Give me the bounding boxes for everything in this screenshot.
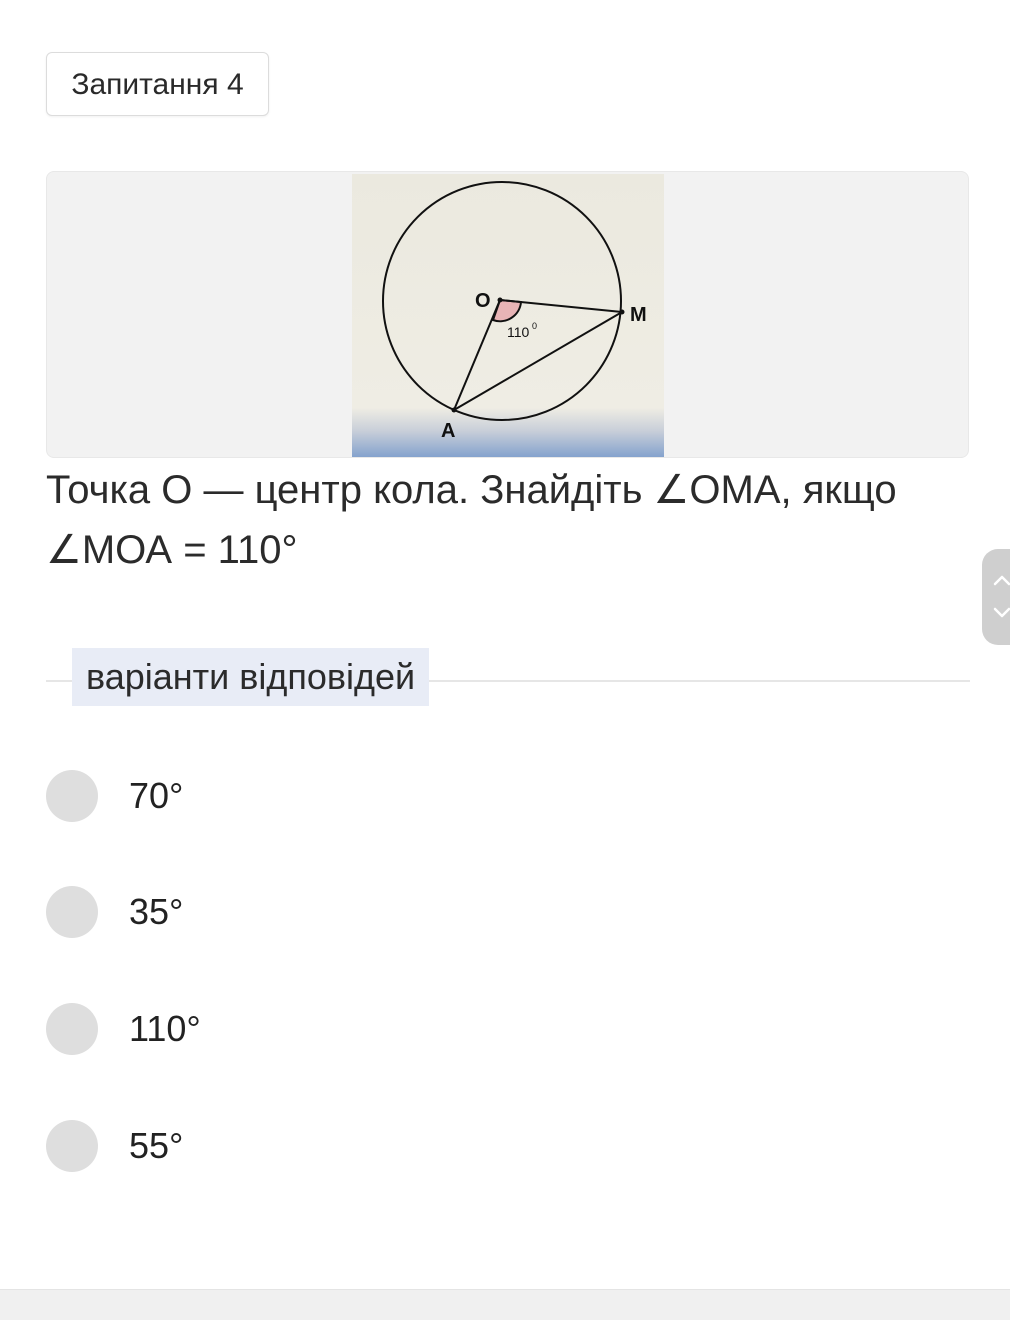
radio-button[interactable] <box>46 1003 98 1055</box>
label-m: M <box>630 304 647 326</box>
chevron-down-icon[interactable] <box>992 602 1010 622</box>
answers-section-label: варіанти відповідей <box>72 648 430 706</box>
question-number-badge: Запитання 4 <box>46 52 269 116</box>
point-m <box>619 309 625 315</box>
radio-button[interactable] <box>46 770 98 822</box>
chevron-up-icon[interactable] <box>992 571 1010 591</box>
answer-option-label: 35° <box>129 891 184 932</box>
point-o <box>497 297 503 303</box>
radio-button[interactable] <box>46 886 98 938</box>
question-image: O M A 110 0 <box>46 171 969 458</box>
question-text: Точка О — центр кола. Знайдіть ∠ОМА, якщ… <box>46 468 897 572</box>
answer-option[interactable]: 35° <box>46 885 183 939</box>
answer-option[interactable]: 55° <box>46 1119 183 1173</box>
answer-option-label: 110° <box>129 1008 201 1049</box>
radio-button[interactable] <box>46 1120 98 1172</box>
answer-option-label: 70° <box>129 775 184 816</box>
circle-diagram: O M A 110 0 <box>352 174 664 457</box>
angle-label: 110 <box>507 324 530 340</box>
point-a <box>451 407 457 413</box>
answer-option-label: 55° <box>129 1125 184 1166</box>
answer-option[interactable]: 110° <box>46 1002 201 1056</box>
answer-option[interactable]: 70° <box>46 769 183 823</box>
label-a: A <box>441 420 455 442</box>
angle-degree-mark: 0 <box>532 321 537 331</box>
scroll-navigation[interactable] <box>982 549 1010 645</box>
bottom-bar <box>0 1289 1010 1320</box>
label-o: O <box>475 290 491 312</box>
